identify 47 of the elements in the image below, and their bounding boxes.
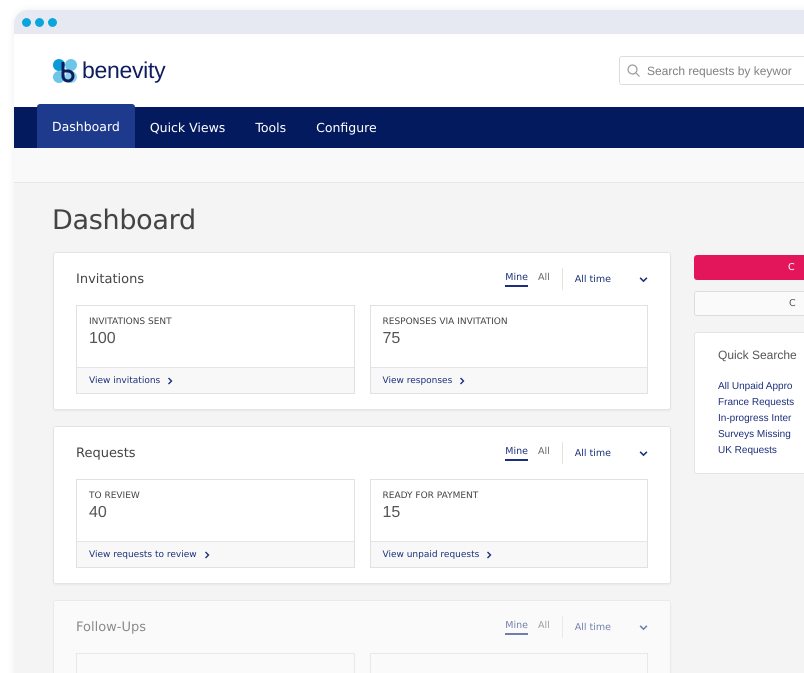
chevron-right-icon <box>202 550 211 558</box>
nav-tab[interactable]: Quick Views <box>134 107 240 148</box>
chevron-right-icon <box>458 376 466 384</box>
page-title: Dashboard <box>52 205 197 236</box>
period-dropdown[interactable]: All time <box>574 274 648 284</box>
stat-value: 40 <box>89 504 108 522</box>
chevron-down-icon <box>639 622 648 632</box>
nav-tab[interactable]: Configure <box>301 107 392 148</box>
period-dropdown[interactable]: All time <box>574 448 648 458</box>
chevron-down-icon <box>639 448 648 458</box>
search-icon <box>627 64 640 77</box>
quick-search-link[interactable]: Surveys Missing <box>718 427 804 443</box>
nav-tab[interactable]: Tools <box>240 107 302 148</box>
stat-value: 75 <box>382 330 402 348</box>
panel-title: Invitations <box>76 272 144 286</box>
panel-title: Requests <box>76 446 136 460</box>
stat-label: READY FOR PAYMENT <box>382 491 480 501</box>
stat-link[interactable]: View invitations <box>89 376 174 386</box>
search-field[interactable]: Search requests by keywor <box>619 56 804 85</box>
filter-tab[interactable]: Mine <box>505 446 528 460</box>
logo-text: benevity <box>82 57 166 84</box>
filter-tab[interactable]: Mine <box>505 620 528 634</box>
filter-tab[interactable]: All <box>538 446 550 460</box>
stat-value: 100 <box>89 330 117 348</box>
stat-label: RESPONSES VIA INVITATION <box>382 317 509 327</box>
stat-label: TO REVIEW <box>89 491 141 501</box>
panel-title: Follow-Ups <box>76 620 146 634</box>
primary-button[interactable]: C <box>694 255 804 280</box>
stat-link[interactable]: View requests to review <box>89 550 211 560</box>
stat-link[interactable]: View responses <box>382 376 466 386</box>
stat-link[interactable]: View unpaid requests <box>382 550 494 560</box>
filter-tab[interactable]: Mine <box>505 272 528 286</box>
quick-search-link[interactable]: All Unpaid Appro <box>718 379 804 395</box>
quick-search-link[interactable]: UK Requests <box>718 443 804 459</box>
chevron-right-icon <box>485 550 494 558</box>
quick-search-link[interactable]: France Requests <box>718 395 804 411</box>
nav-tab[interactable]: Dashboard <box>37 104 135 148</box>
quick-search-link[interactable]: In-progress Inter <box>718 411 804 427</box>
chevron-down-icon <box>639 274 648 284</box>
stat-value: 15 <box>382 504 402 522</box>
period-dropdown[interactable]: All time <box>574 622 648 632</box>
card-title: Quick Searche <box>718 348 798 362</box>
logo-icon <box>52 58 79 84</box>
chevron-right-icon <box>166 376 174 384</box>
stat-label: INVITATIONS SENT <box>89 317 173 327</box>
filter-tab[interactable]: All <box>538 272 550 286</box>
secondary-button[interactable]: C <box>694 291 804 316</box>
